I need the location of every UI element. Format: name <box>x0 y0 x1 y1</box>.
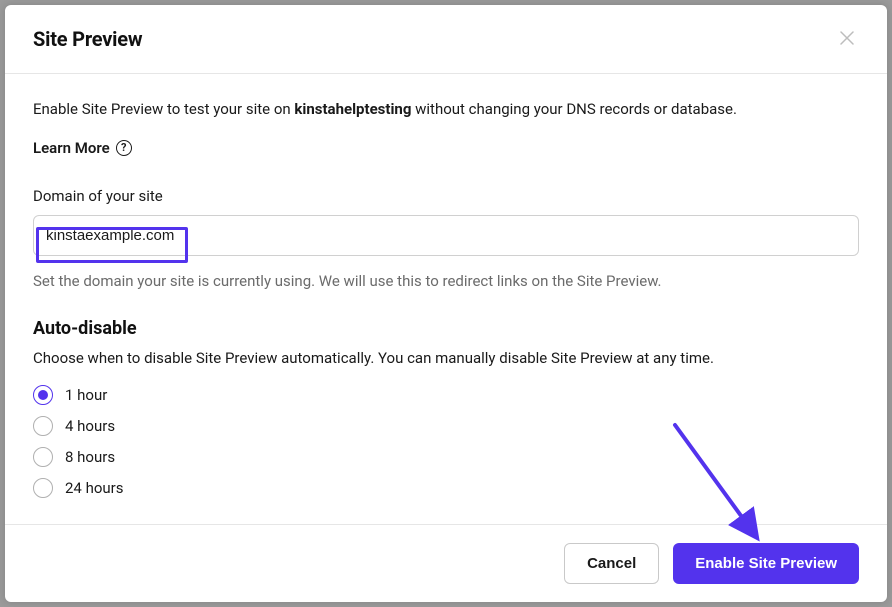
domain-helper-text: Set the domain your site is currently us… <box>33 272 859 290</box>
radio-label: 8 hours <box>65 448 115 466</box>
radio-option-4hours[interactable]: 4 hours <box>33 416 859 436</box>
learn-more-label: Learn More <box>33 139 110 157</box>
auto-disable-title: Auto-disable <box>33 318 859 339</box>
radio-icon <box>33 385 53 405</box>
radio-icon <box>33 478 53 498</box>
learn-more-link[interactable]: Learn More ? <box>33 139 132 157</box>
intro-bold: kinstahelptesting <box>294 100 411 118</box>
domain-field-label: Domain of your site <box>33 187 859 205</box>
modal-footer: Cancel Enable Site Preview <box>5 524 887 602</box>
modal-title: Site Preview <box>33 27 142 51</box>
modal-header: Site Preview <box>5 5 887 74</box>
cancel-button[interactable]: Cancel <box>564 543 659 584</box>
domain-input[interactable] <box>33 215 859 256</box>
radio-icon <box>33 416 53 436</box>
auto-disable-radio-group: 1 hour 4 hours 8 hours 24 hours <box>33 385 859 498</box>
radio-label: 24 hours <box>65 479 124 497</box>
radio-option-8hours[interactable]: 8 hours <box>33 447 859 467</box>
intro-text: Enable Site Preview to test your site on… <box>33 98 859 121</box>
enable-site-preview-button[interactable]: Enable Site Preview <box>673 543 859 584</box>
modal-body: Enable Site Preview to test your site on… <box>5 74 887 524</box>
radio-option-24hours[interactable]: 24 hours <box>33 478 859 498</box>
radio-label: 1 hour <box>65 386 107 404</box>
radio-option-1hour[interactable]: 1 hour <box>33 385 859 405</box>
radio-icon <box>33 447 53 467</box>
auto-disable-desc: Choose when to disable Site Preview auto… <box>33 349 859 367</box>
intro-prefix: Enable Site Preview to test your site on <box>33 100 294 118</box>
site-preview-modal: Site Preview Enable Site Preview to test… <box>5 5 887 602</box>
close-button[interactable] <box>835 27 859 51</box>
intro-suffix: without changing your DNS records or dat… <box>411 100 737 118</box>
radio-label: 4 hours <box>65 417 115 435</box>
help-icon: ? <box>116 140 132 156</box>
close-icon <box>840 29 854 50</box>
